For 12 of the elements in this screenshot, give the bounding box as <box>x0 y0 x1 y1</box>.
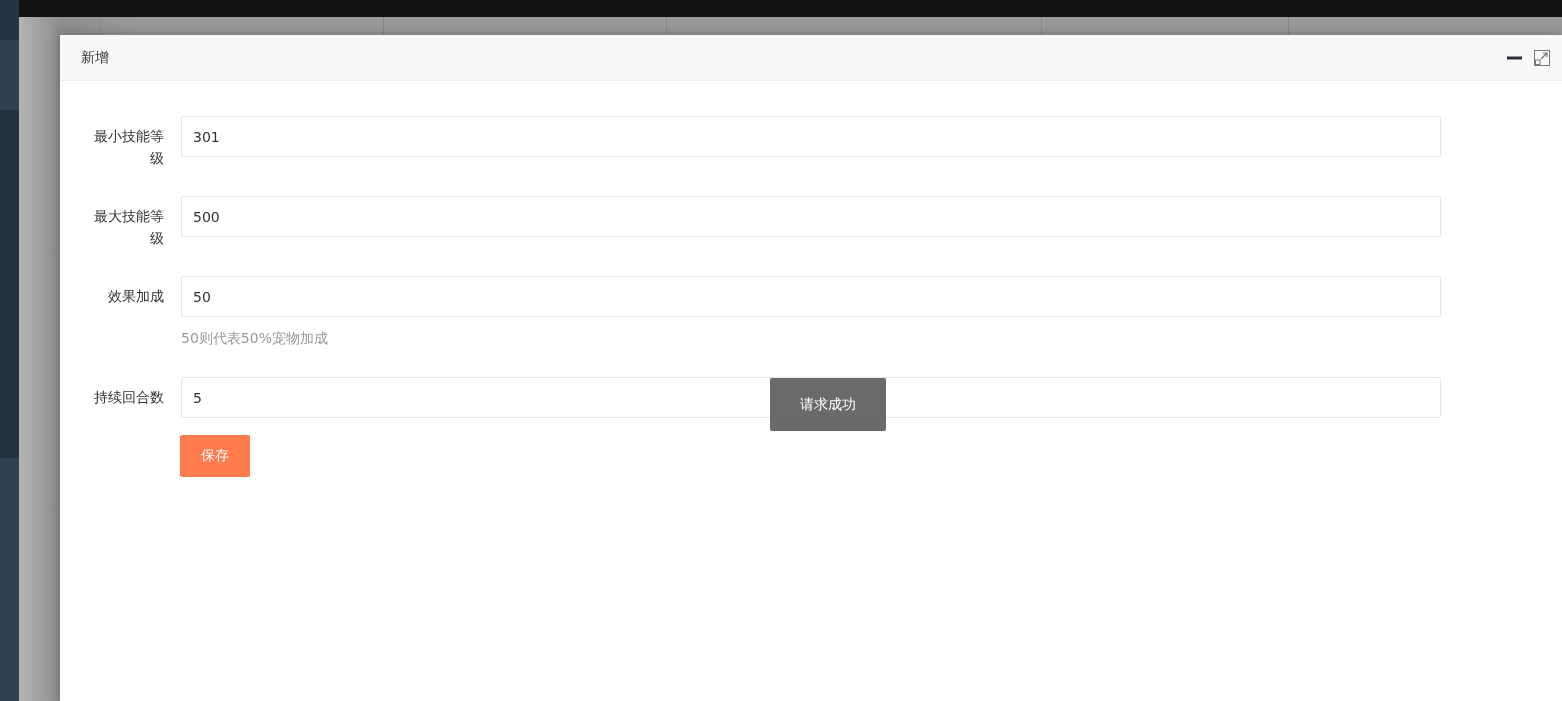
field-label: 效果加成 <box>107 287 164 306</box>
field-label: 持续回合数 <box>93 388 164 407</box>
field-label: 最大技能等级 <box>93 207 164 248</box>
field-label: 最小技能等级 <box>93 127 164 168</box>
minimize-icon[interactable] <box>1507 55 1522 60</box>
dialog-title: 新增 <box>81 48 110 67</box>
hint-text: 50则代表50%宠物加成 <box>181 329 329 348</box>
toast-message: 请求成功 <box>770 378 886 431</box>
input-field[interactable]: 301 <box>181 116 1441 157</box>
input-field[interactable]: 500 <box>181 196 1441 237</box>
maximize-icon[interactable] <box>1534 49 1550 66</box>
input-field[interactable]: 50 <box>181 276 1441 317</box>
